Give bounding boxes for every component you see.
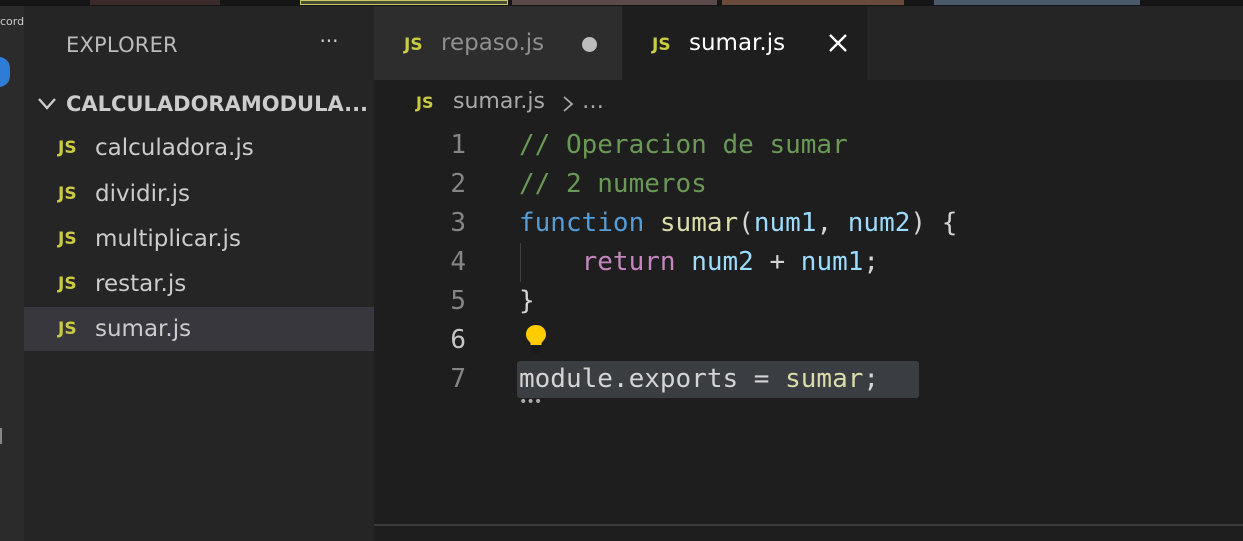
code-token: function <box>519 208 645 238</box>
code-text: function sumar(num1, num2) { <box>519 204 957 243</box>
code-token: num2 <box>847 208 911 238</box>
code-line[interactable]: 7 module.exports = sumar; <box>374 360 1243 399</box>
line-number: 2 <box>450 169 466 199</box>
code-text: // 2 numeros <box>519 165 707 204</box>
code-token: = <box>738 364 786 394</box>
activity-bar <box>0 6 24 541</box>
line-number: 3 <box>450 208 466 238</box>
file-label: calculadora.js <box>95 135 254 161</box>
folder-header[interactable]: CALCULADORAMODULA... <box>24 86 374 122</box>
code-token: sumar <box>659 208 739 238</box>
file-item-multiplicar[interactable]: JS multiplicar.js <box>24 217 374 261</box>
js-file-icon: JS <box>58 184 77 204</box>
activity-bar-marker <box>0 428 2 444</box>
breadcrumb: JS sumar.js … <box>374 80 1243 126</box>
code-token: module <box>519 364 613 394</box>
code-line[interactable]: 6 <box>374 321 1243 360</box>
code-line[interactable]: 1 // Operacion de sumar <box>374 126 1243 165</box>
code-token: // 2 numeros <box>519 169 707 199</box>
code-text: } <box>519 282 535 321</box>
breadcrumb-more[interactable]: … <box>582 89 604 114</box>
tab-repaso[interactable]: JS repaso.js <box>374 6 622 80</box>
thumbnail-strip <box>90 0 220 5</box>
thumbnail-strip <box>512 0 717 5</box>
file-label: multiplicar.js <box>95 226 241 252</box>
thumbnail-strip <box>722 0 904 5</box>
code-editor[interactable]: 1 // Operacion de sumar 2 // 2 numeros 3 func… <box>374 126 1243 524</box>
file-item-restar[interactable]: JS restar.js <box>24 262 374 306</box>
thumbnail-strip <box>934 0 1140 5</box>
code-token: ; <box>863 364 880 394</box>
unsaved-dot-icon[interactable] <box>582 37 597 52</box>
js-file-icon: JS <box>58 138 77 158</box>
js-file-icon: JS <box>58 319 77 339</box>
code-token: ; <box>863 247 880 277</box>
code-line[interactable]: 3 function sumar(num1, num2) { <box>374 204 1243 243</box>
code-text: return num2 + num1; <box>519 243 879 282</box>
file-label: sumar.js <box>95 316 192 342</box>
code-line[interactable]: 4 return num2 + num1; <box>374 243 1243 282</box>
code-token: return <box>581 247 676 277</box>
code-token: ( <box>738 208 754 238</box>
code-token: num1 <box>800 247 864 277</box>
code-token: sumar <box>785 364 864 394</box>
more-actions-button[interactable]: ··· <box>314 26 344 56</box>
code-token: exports <box>628 364 739 394</box>
tab-sumar[interactable]: JS sumar.js <box>622 6 867 80</box>
line-number: 4 <box>450 247 466 277</box>
editor-tab-bar: JS repaso.js JS sumar.js <box>374 6 1243 80</box>
js-file-icon: JS <box>652 35 671 55</box>
file-item-sumar[interactable]: JS sumar.js <box>24 307 374 351</box>
code-token: . <box>612 364 629 394</box>
code-token: num1 <box>753 208 817 238</box>
code-hint-marker: ••• <box>519 394 542 410</box>
js-file-icon: JS <box>416 93 434 112</box>
code-line[interactable]: 5} <box>374 282 1243 321</box>
line-number: 1 <box>450 130 466 160</box>
code-token: ) { <box>910 208 958 238</box>
code-text: module.exports = sumar; <box>519 360 879 399</box>
file-item-calculadora[interactable]: JS calculadora.js <box>24 126 374 170</box>
code-token: + <box>753 247 801 277</box>
chevron-right-icon <box>563 96 574 112</box>
code-text: // Operacion de sumar <box>519 126 848 165</box>
chevron-down-icon[interactable] <box>36 89 58 119</box>
line-number: 5 <box>450 286 466 316</box>
js-file-icon: JS <box>58 274 77 294</box>
lightbulb-icon[interactable] <box>524 323 548 355</box>
tab-label: repaso.js <box>441 30 545 56</box>
breadcrumb-file[interactable]: sumar.js <box>453 89 545 114</box>
file-item-dividir[interactable]: JS dividir.js <box>24 172 374 216</box>
code-line[interactable]: 2 // 2 numeros <box>374 165 1243 204</box>
folder-name: CALCULADORAMODULA... <box>66 92 366 116</box>
code-token: } <box>519 286 535 316</box>
bottom-panel <box>374 526 1243 541</box>
explorer-sidebar: EXPLORER ··· CALCULADORAMODULA... JS cal… <box>24 6 374 541</box>
file-label: restar.js <box>95 271 187 297</box>
js-file-icon: JS <box>58 229 77 249</box>
line-number: 6 <box>450 325 466 355</box>
line-number: 7 <box>450 364 466 394</box>
close-icon[interactable] <box>825 30 851 56</box>
code-token: , <box>816 208 848 238</box>
tab-label: sumar.js <box>689 30 786 56</box>
explorer-title: EXPLORER <box>66 33 178 57</box>
js-file-icon: JS <box>404 35 423 55</box>
thumbnail-strip <box>300 0 508 5</box>
file-label: dividir.js <box>95 181 191 207</box>
code-token: // Operacion de sumar <box>519 130 848 160</box>
code-token: num2 <box>691 247 754 277</box>
